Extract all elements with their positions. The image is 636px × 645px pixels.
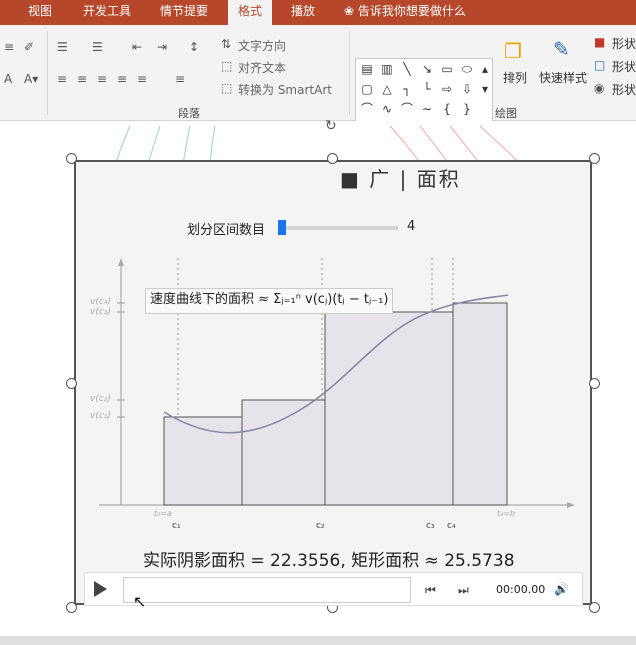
shape-outline-button[interactable]: 形状 [612, 58, 636, 75]
oval-shape-icon[interactable]: ⬭ [459, 61, 475, 77]
resize-handle[interactable] [589, 153, 600, 164]
ribbon-tab-bar: 视图 开发工具 情节提要 格式 播放 ❀ 告诉我你想要做什么 [0, 0, 636, 25]
tab-view[interactable]: 视图 [18, 0, 62, 25]
align-right-icon[interactable]: ≡ [97, 72, 107, 86]
skip-forward-icon[interactable]: ⏭ [458, 583, 469, 598]
mouse-cursor-icon: ↖ [133, 592, 147, 611]
shape-fill-icon[interactable]: ■ [594, 35, 605, 49]
separator [47, 31, 48, 115]
align-center-icon[interactable]: ≡ [77, 72, 87, 86]
interval-count-value: 4 [407, 219, 416, 234]
lightbulb-icon: ❀ [344, 4, 355, 18]
shapes-gallery[interactable]: ▤ ▥ ╲ ↘ ▭ ⬭ ▢ △ ┐ └ ⇨ ⇩ ⌒ ∿ ⌒ ∼ { } ▴ ▾ [355, 58, 493, 123]
quick-styles-button[interactable]: 快速样式 [539, 69, 587, 86]
shape-outline-icon[interactable]: □ [594, 58, 605, 72]
rectangle-shape-icon[interactable]: ▭ [439, 61, 455, 77]
shape-effects-button[interactable]: 形状 [612, 81, 636, 98]
numbering-icon[interactable]: ☰ [92, 40, 103, 54]
quick-styles-icon[interactable]: ✎ [553, 37, 570, 61]
curve-shape-icon[interactable]: ∿ [379, 101, 395, 117]
x-label-c4: c₄ [447, 521, 456, 531]
gallery-up-icon[interactable]: ▴ [477, 61, 493, 77]
tab-format[interactable]: 格式 [228, 0, 273, 25]
decrease-indent-icon[interactable]: ⇤ [132, 40, 142, 54]
resize-handle[interactable] [589, 602, 600, 613]
resize-handle[interactable] [66, 378, 77, 389]
tell-me-text: 告诉我你想要做什么 [357, 4, 466, 18]
arrow-line-icon[interactable]: ↘ [419, 61, 435, 77]
separator [349, 31, 350, 115]
columns-icon[interactable]: ≡ [175, 72, 185, 86]
align-text-icon[interactable]: ⬚ [221, 59, 232, 73]
right-arrow-shape-icon[interactable]: ⇨ [439, 81, 455, 97]
text-direction-icon[interactable]: ⇅ [221, 37, 231, 51]
rotate-handle-icon[interactable]: ↻ [325, 118, 337, 134]
paragraph-group-label: 段落 [178, 107, 200, 120]
shape-effects-icon[interactable]: ◉ [594, 81, 604, 95]
y-label-c3: v(c₃) [90, 307, 111, 317]
tab-playback[interactable]: 播放 [281, 0, 325, 25]
rounded-rect-icon[interactable]: ▢ [359, 81, 375, 97]
resize-handle[interactable] [589, 378, 600, 389]
line-shape-icon[interactable]: ╲ [399, 61, 415, 77]
y-label-c2: v(c₂) [90, 394, 111, 404]
y-label-c4: v(c₄) [90, 297, 111, 307]
area-result-text: 实际阴影面积 = 22.3556, 矩形面积 ≈ 25.5738 [143, 551, 515, 571]
vertical-textbox-icon[interactable]: ▥ [379, 61, 395, 77]
triangle-shape-icon[interactable]: △ [379, 81, 395, 97]
x-label-t0: t₀=a [154, 509, 172, 518]
tab-storyboard[interactable]: 情节提要 [150, 0, 218, 25]
increase-indent-icon[interactable]: ⇥ [157, 40, 167, 54]
smartart-icon[interactable]: ⬚ [221, 81, 232, 95]
wave-shape-icon[interactable]: ∼ [419, 101, 435, 117]
left-brace-icon[interactable]: { [439, 101, 455, 117]
riemann-sum-formula: 速度曲线下的面积 ≈ Σⱼ₌₁ⁿ v(cⱼ)(tⱼ − tⱼ₋₁) [145, 288, 394, 314]
font-size-icon[interactable]: A [4, 72, 12, 86]
convert-smartart-button[interactable]: 转换为 SmartArt [238, 81, 332, 98]
tab-developer[interactable]: 开发工具 [73, 0, 141, 25]
line-spacing-icon[interactable]: ↕ [189, 40, 199, 54]
x-label-c1: c₁ [172, 521, 181, 531]
x-label-t4: t₄=b [497, 509, 516, 518]
distribute-icon[interactable]: ≡ [137, 72, 147, 86]
eraser-icon[interactable]: ✐ [24, 40, 34, 54]
arrange-button[interactable]: 排列 [503, 69, 527, 86]
bullets-icon[interactable]: ☰ [57, 40, 68, 54]
arrange-icon[interactable]: ❐ [504, 39, 522, 63]
drawing-group-label: 绘图 [495, 107, 517, 120]
interval-count-label: 划分区间数目 [187, 223, 266, 238]
ribbon-panel: ≡ ✐ A A▾ ☰ ☰ ⇤ ⇥ ↕ ≡ ≡ ≡ ≡ ≡ ≡ ⇅ 文字方向 ⬚ … [0, 25, 636, 123]
interval-slider-thumb[interactable] [278, 220, 286, 235]
format-icon[interactable]: ≡ [4, 40, 14, 54]
justify-icon[interactable]: ≡ [117, 72, 127, 86]
x-label-c3: c₃ [426, 521, 435, 531]
media-time: 00:00.00 [496, 583, 546, 596]
play-icon[interactable] [94, 581, 107, 597]
elbow-connector-icon[interactable]: ┐ [399, 81, 415, 97]
skip-back-icon[interactable]: ⏮ [425, 583, 436, 598]
resize-handle[interactable] [327, 153, 338, 164]
elbow-arrow-icon[interactable]: └ [419, 81, 435, 97]
shape-fill-button[interactable]: 形状 [612, 35, 636, 52]
font-color-icon[interactable]: A▾ [24, 72, 38, 86]
x-label-c2: c₂ [316, 521, 325, 531]
gallery-down-icon[interactable]: ▾ [477, 81, 493, 97]
down-arrow-shape-icon[interactable]: ⇩ [459, 81, 475, 97]
text-direction-button[interactable]: 文字方向 [238, 37, 286, 54]
right-brace-icon[interactable]: } [459, 101, 475, 117]
arc-shape-icon[interactable]: ⌒ [399, 101, 415, 117]
align-left-icon[interactable]: ≡ [57, 72, 67, 86]
freeform-icon[interactable]: ⌒ [359, 101, 375, 117]
resize-handle[interactable] [66, 602, 77, 613]
y-label-c1: v(c₁) [90, 411, 111, 421]
textbox-shape-icon[interactable]: ▤ [359, 61, 375, 77]
media-progress-bar[interactable] [123, 577, 411, 603]
interval-slider-track[interactable] [280, 226, 398, 230]
volume-icon[interactable]: 🔊 [554, 582, 569, 596]
tell-me-box[interactable]: ❀ 告诉我你想要做什么 [334, 0, 476, 25]
status-strip [0, 636, 636, 645]
animation-title: ■ 广 | 面积 [340, 167, 461, 191]
align-text-button[interactable]: 对齐文本 [238, 59, 286, 76]
resize-handle[interactable] [66, 153, 77, 164]
